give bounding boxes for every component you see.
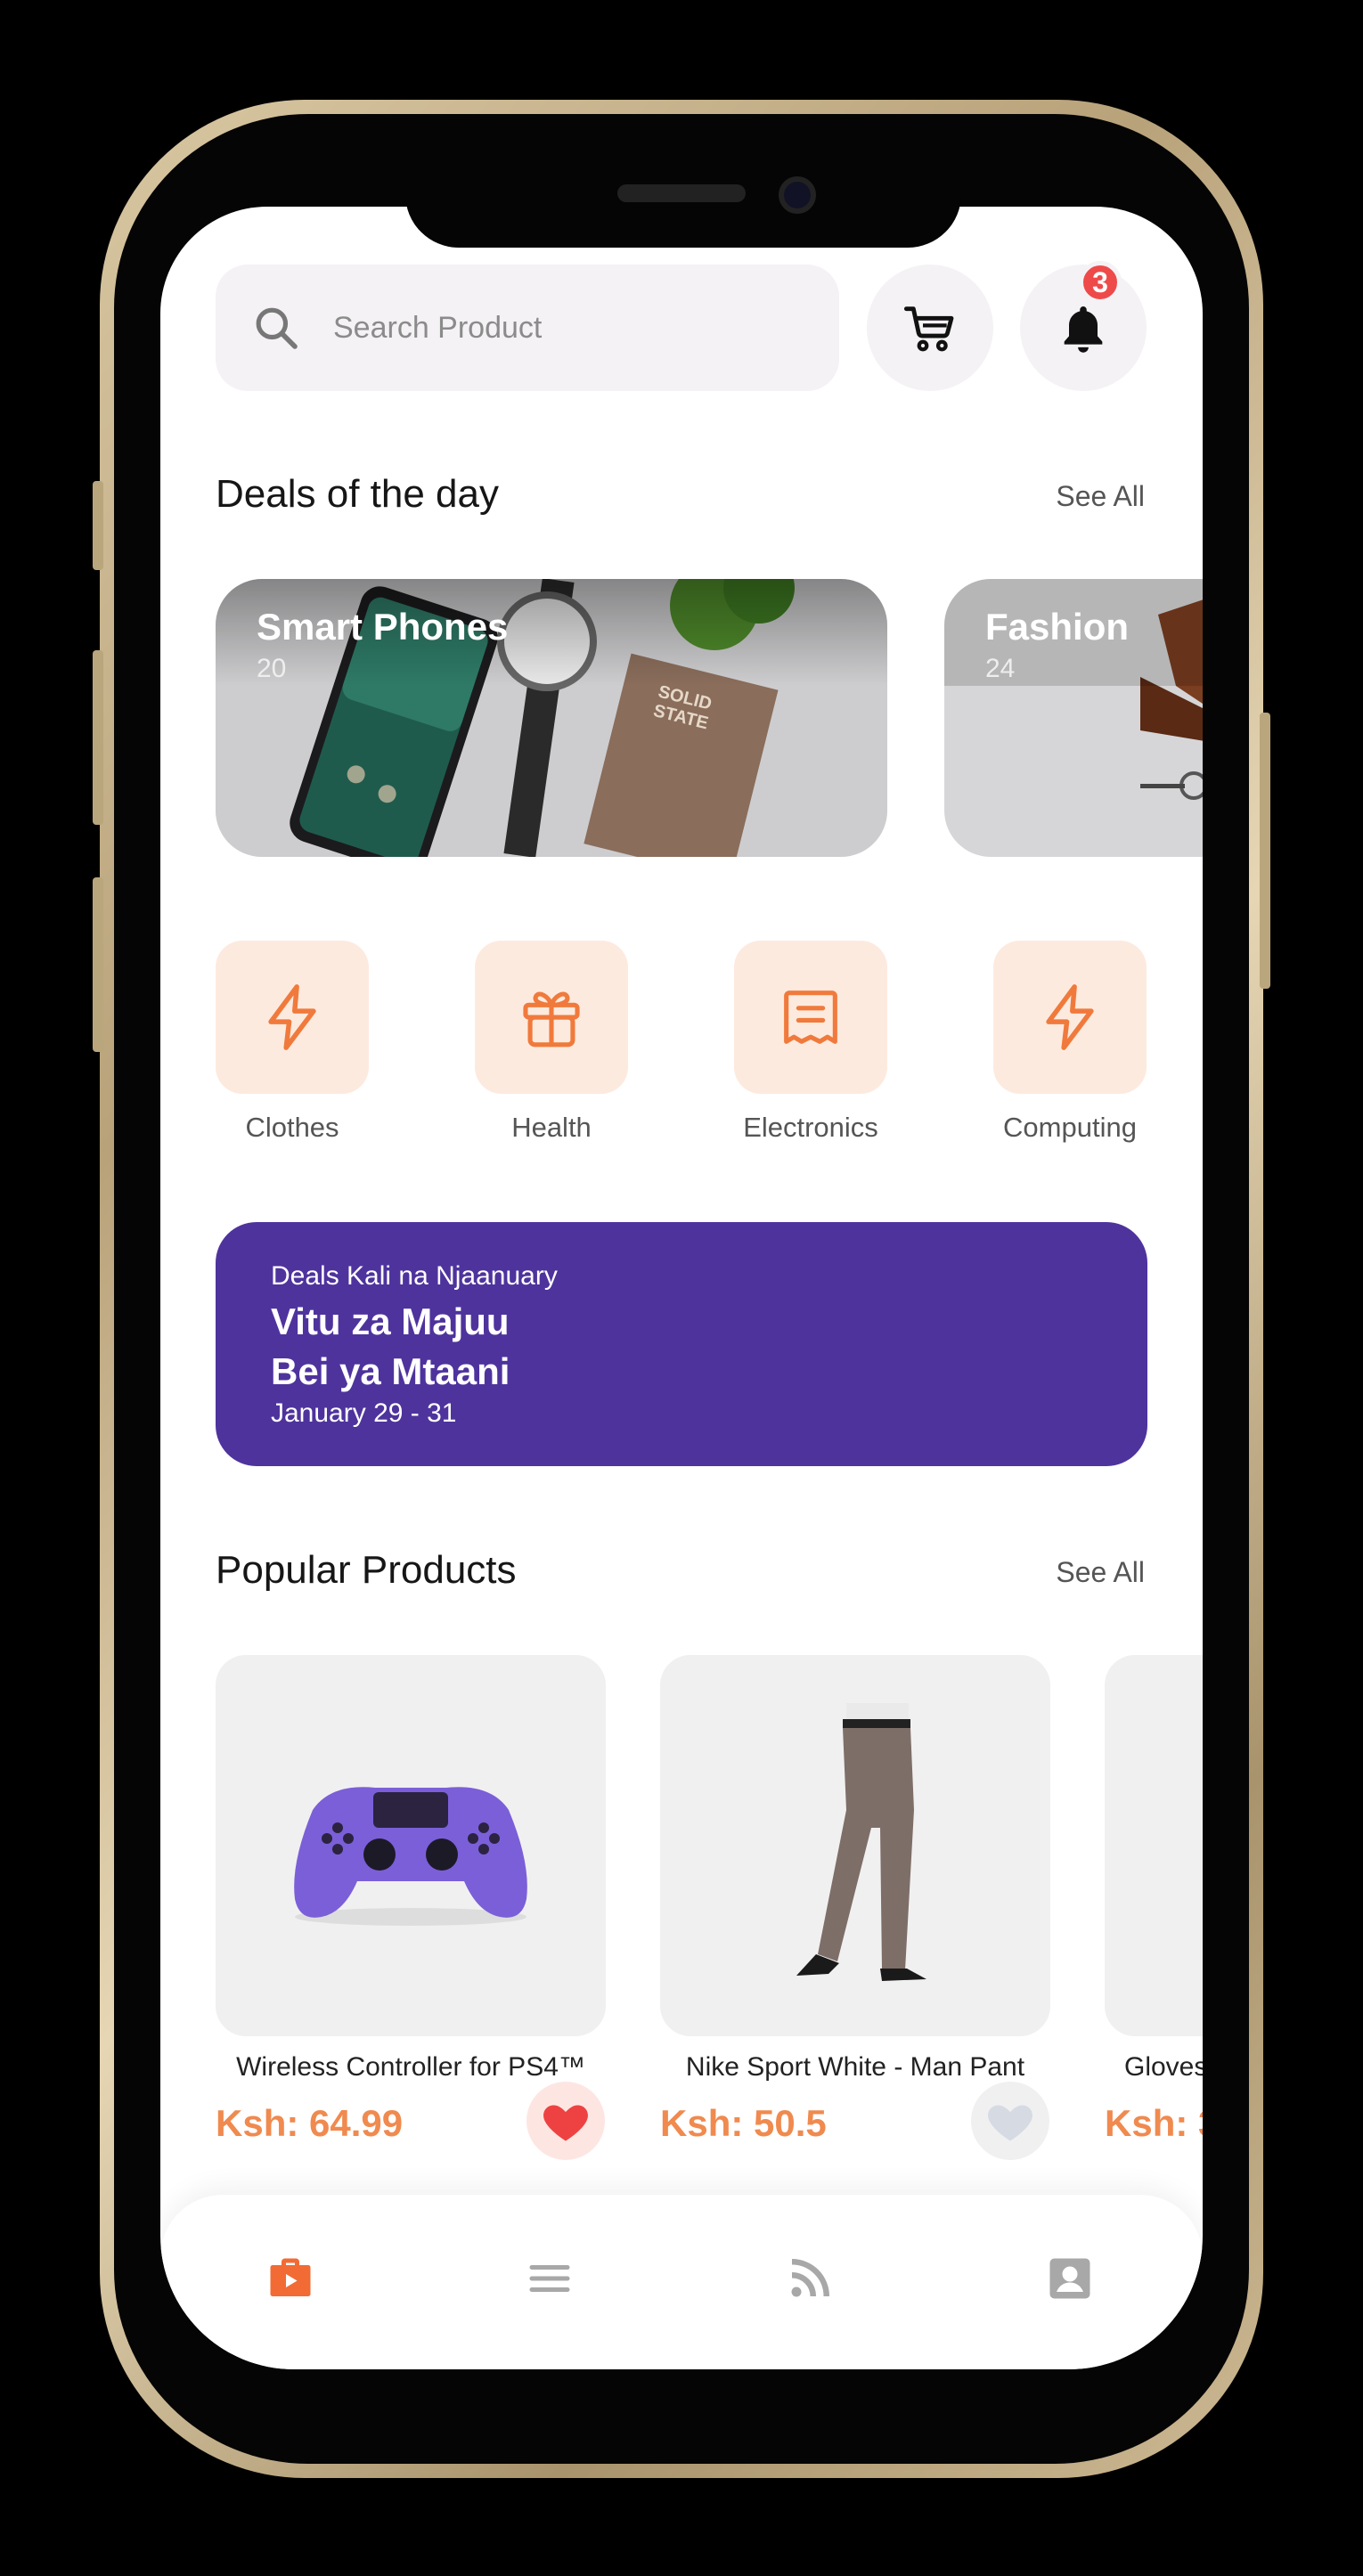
bottom-navigation [160,2195,1203,2369]
category-clothes[interactable]: Clothes [216,941,369,1144]
front-camera [779,176,816,214]
nav-shop[interactable] [262,2250,319,2307]
deal-card-fashion[interactable]: Fashion 24 [944,579,1203,857]
deal-card-title: Smart Phones [257,606,509,648]
category-icon-box [993,941,1147,1094]
speaker [617,184,746,202]
category-label: Computing [1003,1112,1137,1143]
product-image [216,1655,606,2036]
category-icon-box [475,941,628,1094]
cart-icon [903,306,954,352]
promo-headline-1: Vitu za Majuu [271,1300,510,1342]
controller-image [294,1787,527,1926]
rss-icon [791,2259,829,2297]
nav-profile[interactable] [1041,2250,1098,2307]
category-icon-box [216,941,369,1094]
product-name: Gloves [1124,2052,1203,2082]
category-computing[interactable]: Computing [993,941,1147,1144]
product-image [660,1655,1050,2036]
gift-icon [523,991,580,1048]
heart-icon [543,2105,588,2141]
side-button [93,650,103,825]
side-button [93,877,103,1052]
cart-button[interactable] [867,265,993,391]
product-name: Wireless Controller for PS4™ [236,2052,585,2082]
deal-card-count: 20 [257,654,287,683]
nav-menu[interactable] [521,2250,578,2307]
category-health[interactable]: Health [475,941,628,1144]
product-card[interactable]: Wireless Controller for PS4™ Ksh: 64.99 [216,1655,606,2145]
notch [405,194,961,248]
flash-icon [1046,984,1094,1050]
product-card[interactable]: Gloves Ksh: 3 [1105,1655,1203,2145]
deals-title: Deals of the day [216,472,499,516]
search-icon [256,307,298,349]
app-screen: 3 Deals of the day See All SOLID STATE [160,207,1203,2369]
product-image [1105,1655,1203,2036]
category-label: Electronics [743,1112,878,1143]
bell-icon [1064,306,1103,353]
popular-see-all-link[interactable]: See All [1056,1556,1145,1589]
deal-card-count: 24 [985,654,1016,683]
side-button [93,481,103,570]
shop-icon [270,2258,311,2296]
promo-banner[interactable]: Deals Kali na Njaanuary Vitu za Majuu Be… [216,1222,1147,1466]
category-icon-box [734,941,887,1094]
product-name: Nike Sport White - Man Pant [685,2052,1025,2082]
profile-icon [1049,2258,1090,2299]
category-label: Health [511,1112,592,1143]
category-electronics[interactable]: Electronics [734,941,887,1144]
deals-see-all-link[interactable]: See All [1056,480,1145,513]
favorite-button[interactable] [526,2082,605,2160]
deal-card-smart-phones[interactable]: SOLID STATE Smart Phones 20 [216,579,887,857]
promo-headline-2: Bei ya Mtaani [271,1350,510,1392]
receipt-icon [784,990,837,1044]
search-input[interactable] [333,310,796,346]
flash-icon [268,984,316,1050]
heart-icon [988,2105,1032,2141]
favorite-button[interactable] [971,2082,1049,2160]
product-card[interactable]: Nike Sport White - Man Pant Ksh: 50.5 [660,1655,1050,2145]
promo-date: January 29 - 31 [271,1398,457,1428]
notification-badge: 3 [1079,261,1122,304]
category-label: Clothes [245,1112,339,1143]
nav-feed[interactable] [781,2250,838,2307]
side-button [1260,713,1270,989]
promo-subtitle: Deals Kali na Njaanuary [271,1261,558,1291]
popular-title: Popular Products [216,1548,517,1592]
pants-image [796,1703,926,1981]
menu-icon [529,2265,570,2292]
search-bar[interactable] [216,265,839,391]
notifications-button[interactable]: 3 [1020,261,1147,391]
deal-card-title: Fashion [985,606,1130,648]
product-price: Ksh: 3 [1105,2102,1203,2144]
